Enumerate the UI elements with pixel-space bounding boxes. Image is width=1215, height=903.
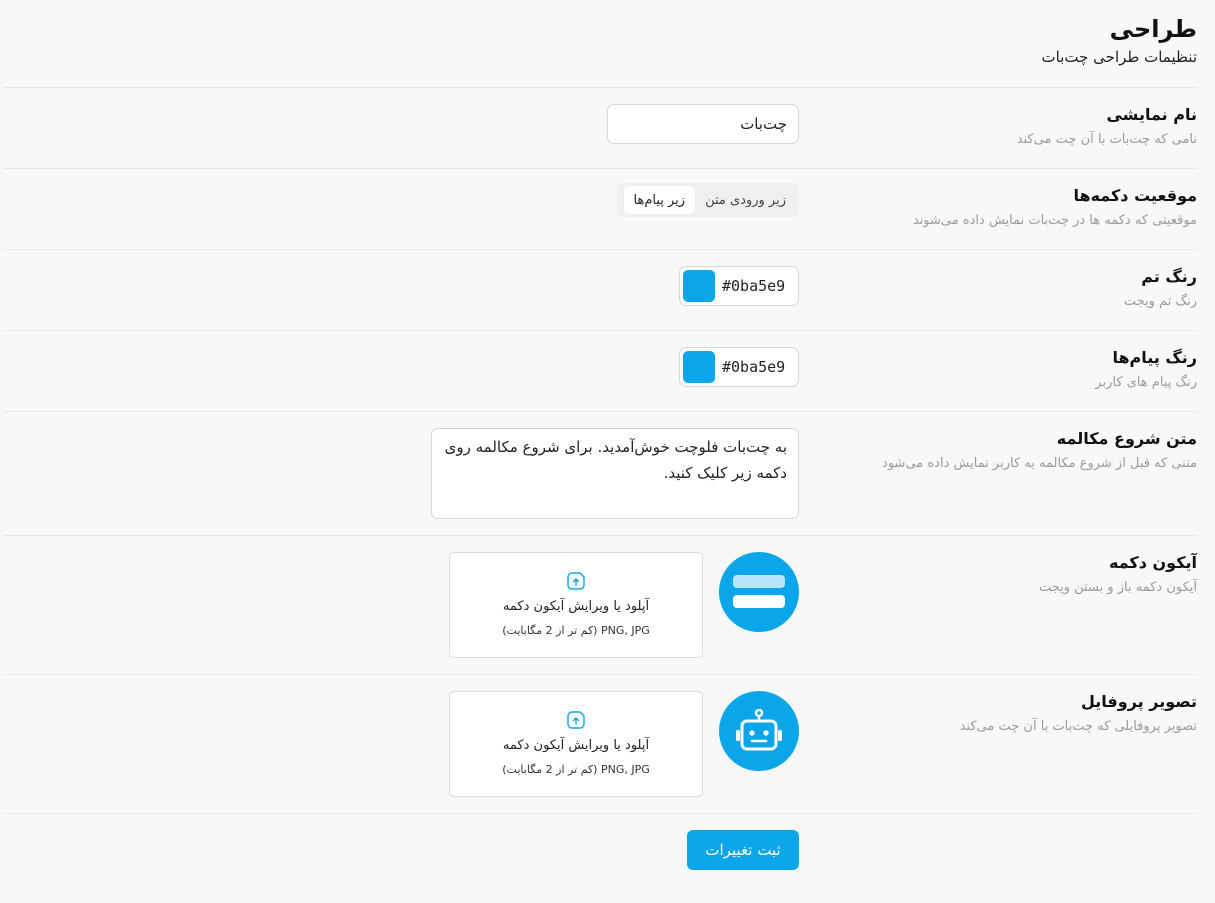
message-color-label-group: رنگ پیام‌ها رنگ پیام های کاربر [1095, 346, 1197, 393]
button-icon-upload[interactable]: آپلود یا ویرایش آیکون دکمه PNG, JPG (کم … [449, 552, 703, 658]
display-name-label: نام نمایشی [1106, 105, 1197, 124]
start-text-description: متنی که قبل از شروع مکالمه به کاربر نمای… [882, 456, 1197, 471]
divider [4, 249, 1197, 250]
message-color-swatch[interactable] [683, 351, 715, 383]
button-icon-label: آیکون دکمه [1109, 553, 1197, 572]
save-changes-button[interactable]: ثبت تغییرات [687, 830, 799, 870]
divider [4, 813, 1197, 814]
theme-color-label: رنگ تم [1141, 267, 1197, 286]
button-icon-upload-hint: PNG, JPG (کم تر از 2 مگابایت) [502, 624, 650, 637]
divider [4, 87, 1197, 88]
button-icon-upload-title: آپلود یا ویرایش آیکون دکمه [502, 599, 650, 614]
file-upload-icon [567, 711, 585, 729]
message-color-picker[interactable]: #0ba5e9 [679, 347, 799, 387]
chat-bubble-icon [733, 575, 785, 608]
divider [4, 411, 1197, 412]
robot-icon [736, 709, 782, 751]
divider [4, 535, 1197, 536]
start-text-textarea[interactable]: به چت‌بات فلوچت خوش‌آمدید. برای شروع مکا… [431, 428, 799, 519]
divider [4, 330, 1197, 331]
message-color-value[interactable]: #0ba5e9 [722, 358, 785, 376]
profile-image-label: تصویر پروفایل [1080, 692, 1197, 711]
profile-image-upload-title: آپلود یا ویرایش آیکون دکمه [502, 738, 650, 753]
profile-image-upload-hint: PNG, JPG (کم تر از 2 مگابایت) [502, 763, 650, 776]
display-name-description: نامی که چت‌بات با آن چت می‌کند [1016, 132, 1197, 147]
position-option-below-messages[interactable]: زیر پیام‌ها [623, 186, 696, 214]
display-name-label-group: نام نمایشی نامی که چت‌بات با آن چت می‌کن… [1017, 103, 1197, 150]
button-icon-label-group: آیکون دکمه آیکون دکمه باز و بستن ویجت [1039, 551, 1197, 598]
buttons-position-label: موقعیت دکمه‌ها [1073, 186, 1197, 205]
start-text-label-group: متن شروع مکالمه متنی که قبل از شروع مکال… [882, 427, 1197, 474]
message-color-label: رنگ پیام‌ها [1112, 348, 1197, 367]
button-icon-preview [719, 552, 799, 632]
divider [4, 674, 1197, 675]
message-color-description: رنگ پیام های کاربر [1095, 375, 1197, 390]
profile-image-description: تصویر پروفایلی که چت‌بات با آن چت می‌کند [959, 719, 1197, 734]
file-upload-icon [567, 572, 585, 590]
buttons-position-toggle: زیر ورودی متن زیر پیام‌ها [617, 183, 799, 217]
theme-color-description: رنگ تم ویجت [1123, 294, 1197, 309]
divider [4, 168, 1197, 169]
buttons-position-description: موقعیتی که دکمه ها در چت‌بات نمایش داده … [912, 213, 1197, 228]
page-header: طراحی تنظیمات طراحی چت‌بات [1042, 14, 1197, 68]
theme-color-value[interactable]: #0ba5e9 [722, 277, 785, 295]
theme-color-label-group: رنگ تم رنگ تم ویجت [1124, 265, 1197, 312]
button-icon-description: آیکون دکمه باز و بستن ویجت [1038, 580, 1197, 595]
display-name-input[interactable] [607, 104, 799, 144]
profile-image-label-group: تصویر پروفایل تصویر پروفایلی که چت‌بات ب… [960, 690, 1197, 737]
start-text-label: متن شروع مکالمه [1056, 429, 1197, 448]
buttons-position-label-group: موقعیت دکمه‌ها موقعیتی که دکمه ها در چت‌… [913, 184, 1197, 231]
theme-color-swatch[interactable] [683, 270, 715, 302]
position-option-below-input[interactable]: زیر ورودی متن [695, 186, 796, 214]
theme-color-picker[interactable]: #0ba5e9 [679, 266, 799, 306]
page-title: طراحی [1109, 15, 1197, 43]
profile-image-preview [719, 691, 799, 771]
page-subtitle: تنظیمات طراحی چت‌بات [1041, 48, 1197, 66]
profile-image-upload[interactable]: آپلود یا ویرایش آیکون دکمه PNG, JPG (کم … [449, 691, 703, 797]
